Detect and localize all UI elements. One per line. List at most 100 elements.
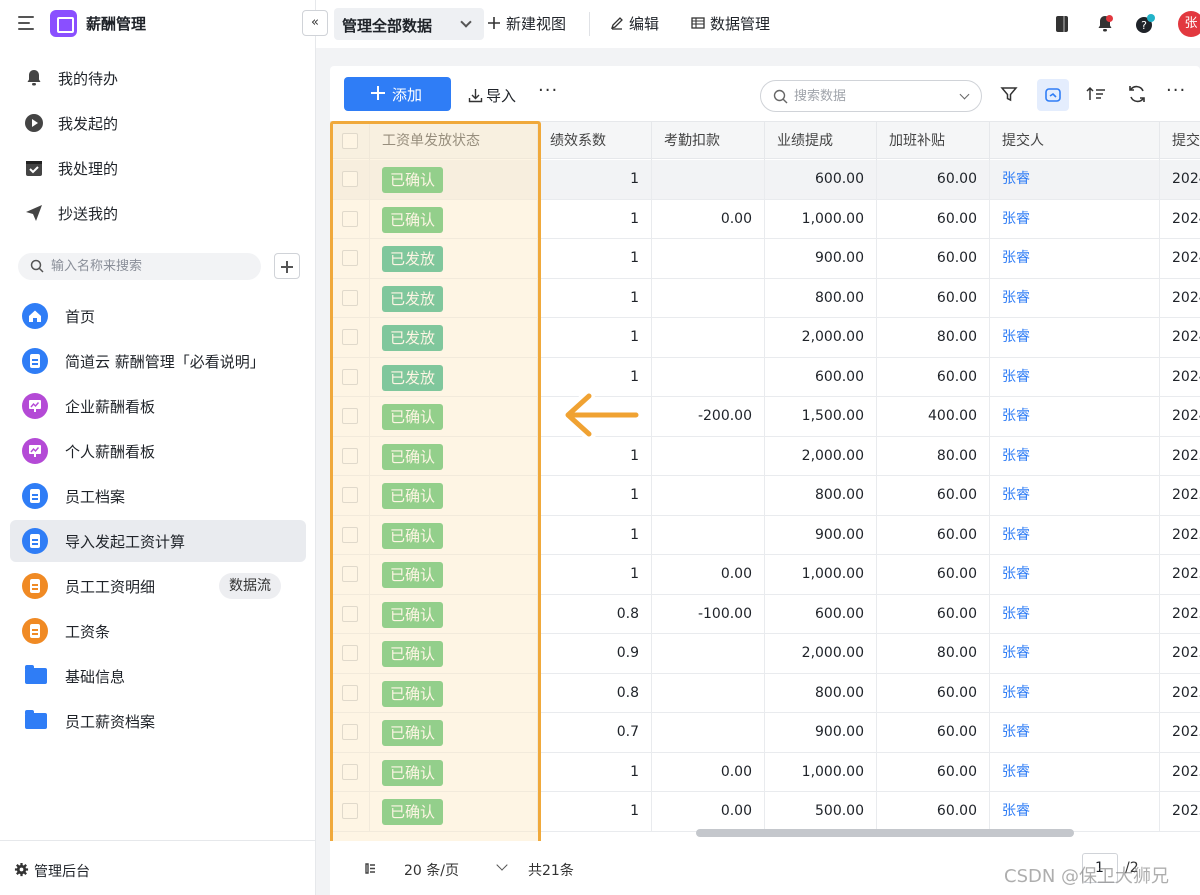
row-checkbox[interactable]: [342, 171, 358, 187]
sidebar-item-guide[interactable]: 简道云 薪酬管理「必看说明」: [10, 340, 306, 382]
cell-submitter[interactable]: 张睿: [990, 752, 1160, 792]
table-row[interactable]: 已发放 1 2,000.0080.00张睿 2024: [330, 318, 1200, 358]
cell-submitter[interactable]: 张睿: [990, 713, 1160, 752]
column-header-submitter[interactable]: 提交人: [990, 122, 1160, 160]
cell-submitter[interactable]: 张睿: [990, 594, 1160, 634]
sidebar-item-personal-dashboard[interactable]: 个人薪酬看板: [10, 430, 306, 472]
cell-submitter[interactable]: 张睿: [990, 278, 1160, 318]
collapse-sidebar-button[interactable]: «: [302, 10, 328, 36]
cell-submitter[interactable]: 张睿: [990, 634, 1160, 673]
select-all-checkbox[interactable]: [342, 133, 358, 149]
column-header-deduction[interactable]: 考勤扣款: [652, 122, 765, 160]
sidebar-item-basic-info[interactable]: 基础信息: [10, 655, 306, 697]
sidebar-item-todo[interactable]: 我的待办: [10, 57, 306, 99]
table-row[interactable]: 已确认 0.9 2,000.0080.00张睿 2023: [330, 634, 1200, 674]
sort-icon[interactable]: [1084, 82, 1108, 106]
cell-submitter[interactable]: 张睿: [990, 318, 1160, 357]
column-header-status[interactable]: 工资单发放状态: [370, 122, 538, 160]
column-header-perf[interactable]: 绩效系数: [538, 122, 652, 160]
sidebar-item-salary-archive[interactable]: 员工薪资档案: [10, 700, 306, 742]
page-size-value[interactable]: 20 条/页: [404, 860, 459, 880]
cell-submitter[interactable]: 张睿: [990, 436, 1160, 476]
table-row[interactable]: 已确认 10.001,000.0060.00张睿 2023: [330, 555, 1200, 595]
row-checkbox[interactable]: [342, 724, 358, 740]
menu-icon[interactable]: [18, 14, 38, 32]
column-header-overtime[interactable]: 加班补贴: [877, 122, 990, 160]
row-checkbox[interactable]: [342, 526, 358, 543]
table-row[interactable]: 已确认 10.001,000.0060.00张睿 2024: [330, 199, 1200, 239]
sidebar-item-cc[interactable]: 抄送我的: [10, 192, 306, 234]
filter-icon[interactable]: [997, 82, 1021, 106]
table-row[interactable]: 已确认 0.7 900.0060.00张睿 2023: [330, 713, 1200, 753]
horizontal-scrollbar[interactable]: [696, 829, 1074, 837]
data-search-input[interactable]: [794, 87, 954, 106]
row-checkbox[interactable]: [342, 289, 358, 306]
sidebar-item-initiated[interactable]: 我发起的: [10, 102, 306, 144]
row-checkbox[interactable]: [342, 684, 358, 701]
table-row[interactable]: 已发放 1 800.0060.00张睿 2024: [330, 278, 1200, 318]
cell-submitter[interactable]: 张睿: [990, 673, 1160, 713]
row-checkbox[interactable]: [342, 566, 358, 582]
table-row[interactable]: 已确认 -200.001,500.00400.00张睿 2024: [330, 397, 1200, 437]
sidebar-search-input[interactable]: [51, 257, 251, 276]
row-checkbox[interactable]: [342, 329, 358, 345]
row-checkbox[interactable]: [342, 763, 358, 780]
table-row[interactable]: 已确认 10.001,000.0060.00张睿 2023: [330, 752, 1200, 792]
sidebar-item-employee-files[interactable]: 员工档案: [10, 475, 306, 517]
new-view-button[interactable]: 新建视图: [486, 13, 566, 34]
table-row[interactable]: 已确认 1 900.0060.00张睿 2023: [330, 515, 1200, 555]
table-row[interactable]: 已确认 0.8 800.0060.00张睿 2023: [330, 673, 1200, 713]
add-nav-button[interactable]: [274, 253, 300, 279]
sidebar-item-salary-detail[interactable]: 员工工资明细 数据流: [10, 565, 306, 607]
view-selector[interactable]: 管理全部数据: [334, 8, 484, 40]
more-actions-button[interactable]: ···: [538, 82, 558, 100]
sidebar-item-home[interactable]: 首页: [10, 295, 306, 337]
table-row[interactable]: 已发放 1 900.0060.00张睿 2024: [330, 239, 1200, 279]
row-checkbox[interactable]: [342, 487, 358, 503]
cell-submitter[interactable]: 张睿: [990, 199, 1160, 239]
view-style-icon[interactable]: [1037, 79, 1069, 111]
table-row[interactable]: 已确认 1 2,000.0080.00张睿 2023: [330, 436, 1200, 476]
row-checkbox[interactable]: [342, 447, 358, 464]
table-row[interactable]: 已确认 0.8-100.00600.0060.00张睿 2023: [330, 594, 1200, 634]
column-header-commission[interactable]: 业绩提成: [765, 122, 877, 160]
cell-submit-time: 2023: [1172, 763, 1200, 780]
data-manage-button[interactable]: 数据管理: [690, 13, 770, 34]
table-row[interactable]: 已确认 1 800.0060.00张睿 2023: [330, 476, 1200, 516]
more-options-button[interactable]: ···: [1166, 82, 1186, 100]
notification-bell-icon[interactable]: [1094, 13, 1116, 35]
avatar[interactable]: 张: [1178, 11, 1200, 37]
column-header-submit-time[interactable]: 提交: [1160, 122, 1200, 160]
refresh-icon[interactable]: [1125, 82, 1149, 106]
chevron-down-icon[interactable]: [496, 859, 508, 871]
sidebar-item-payslip[interactable]: 工资条: [10, 610, 306, 652]
cell-submitter[interactable]: 张睿: [990, 476, 1160, 515]
edit-button[interactable]: 编辑: [609, 13, 659, 34]
row-checkbox[interactable]: [342, 803, 358, 819]
cell-submitter[interactable]: 张睿: [990, 515, 1160, 555]
cell-submitter[interactable]: 张睿: [990, 357, 1160, 397]
cell-submitter[interactable]: 张睿: [990, 160, 1160, 199]
add-button[interactable]: 添加: [344, 77, 451, 111]
help-ai-icon[interactable]: ?: [1134, 13, 1156, 35]
row-checkbox[interactable]: [342, 645, 358, 661]
cell-submitter[interactable]: 张睿: [990, 792, 1160, 831]
sidebar-item-enterprise-dashboard[interactable]: 企业薪酬看板: [10, 385, 306, 427]
table-row[interactable]: 已确认 10.00500.0060.00张睿 2023: [330, 792, 1200, 832]
dataflow-badge[interactable]: 数据流: [219, 573, 281, 599]
row-checkbox[interactable]: [342, 210, 358, 227]
sidebar-item-handled[interactable]: 我处理的: [10, 147, 306, 189]
cell-submitter[interactable]: 张睿: [990, 555, 1160, 594]
cell-submitter[interactable]: 张睿: [990, 239, 1160, 278]
cell-submitter[interactable]: 张睿: [990, 397, 1160, 436]
row-checkbox[interactable]: [342, 368, 358, 385]
table-row[interactable]: 已发放 1 600.0060.00张睿 2024: [330, 357, 1200, 397]
import-button[interactable]: 导入: [468, 85, 516, 106]
table-row[interactable]: 已确认 1 600.0060.00张睿 2024: [330, 160, 1200, 200]
row-checkbox[interactable]: [342, 408, 358, 424]
admin-console-link[interactable]: 管理后台: [0, 840, 316, 895]
row-checkbox[interactable]: [342, 250, 358, 266]
sidebar-item-salary-calc[interactable]: 导入发起工资计算: [10, 520, 306, 562]
row-checkbox[interactable]: [342, 605, 358, 622]
book-icon[interactable]: [1051, 13, 1073, 35]
